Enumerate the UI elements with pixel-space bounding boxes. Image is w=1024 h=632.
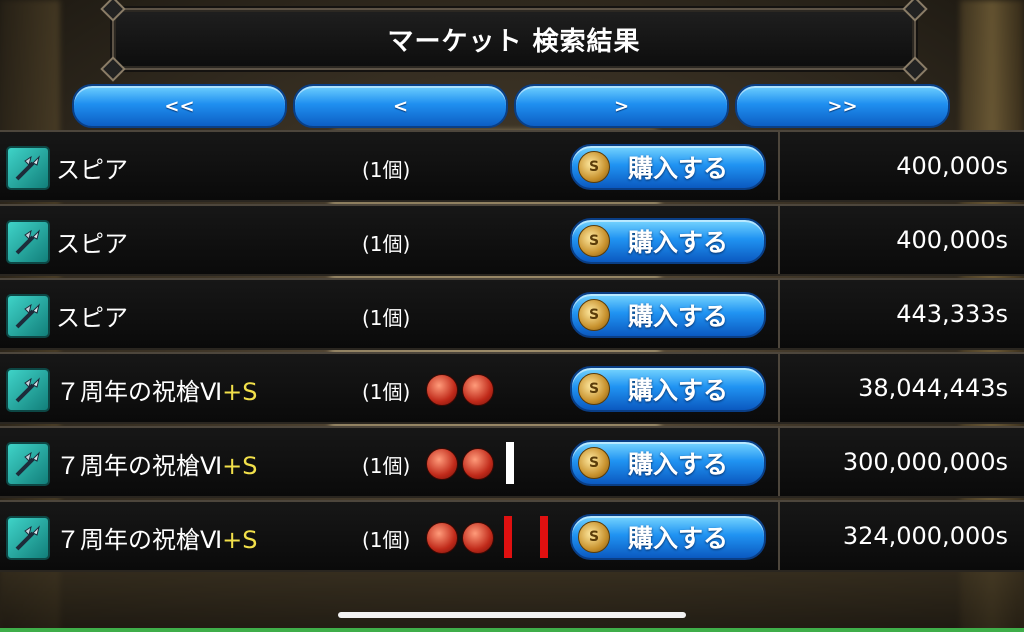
red-gem-icon [426, 448, 458, 480]
red-gem-icon [426, 374, 458, 406]
buy-button[interactable]: S 購入する [570, 144, 766, 190]
home-indicator[interactable] [338, 612, 686, 618]
page-title: マーケット 検索結果 [387, 26, 641, 57]
price: 38,044,443s [858, 374, 1008, 402]
item-name: スピア [56, 150, 128, 185]
pagination-bar: << < > >> [72, 84, 950, 128]
item-plus-grade: +S [222, 452, 258, 480]
prev-page-button[interactable]: < [293, 84, 508, 128]
listing-row: スピア (1個) S 購入する 400,000s [0, 204, 1024, 276]
corner-ornament [100, 56, 126, 82]
price: 443,333s [896, 300, 1008, 328]
listing-row: スピア (1個) S 購入する 443,333s [0, 278, 1024, 350]
spear-icon [6, 442, 50, 486]
red-mark [540, 516, 548, 558]
corner-ornament [902, 56, 928, 82]
spear-icon [6, 146, 50, 190]
item-plus-grade: +S [222, 526, 258, 554]
gem-slots [426, 522, 494, 554]
spear-icon [6, 516, 50, 560]
column-divider [778, 132, 780, 200]
buy-button[interactable]: S 購入する [570, 292, 766, 338]
column-divider [778, 354, 780, 422]
item-count: (1個) [362, 528, 411, 552]
next-page-button[interactable]: > [514, 84, 729, 128]
column-divider [778, 502, 780, 570]
price: 324,000,000s [842, 522, 1008, 550]
buy-button[interactable]: S 購入する [570, 218, 766, 264]
buy-button[interactable]: S 購入する [570, 440, 766, 486]
corner-ornament [902, 0, 928, 22]
buy-button-label: 購入する [628, 376, 729, 405]
spear-icon [6, 220, 50, 264]
item-name-text: ７周年の祝槍Ⅵ [56, 526, 223, 554]
item-name-text: ７周年の祝槍Ⅵ [56, 378, 223, 406]
buy-button-label: 購入する [628, 524, 729, 553]
price: 400,000s [896, 226, 1008, 254]
coin-icon: S [578, 225, 610, 257]
gem-slots [426, 374, 494, 406]
item-name: ７周年の祝槍Ⅵ+S [56, 446, 257, 481]
buy-button-label: 購入する [628, 228, 729, 257]
item-count: (1個) [362, 380, 411, 404]
buy-button[interactable]: S 購入する [570, 514, 766, 560]
listing-row: ７周年の祝槍Ⅵ+S (1個) S 購入する 324,000,000s [0, 500, 1024, 572]
item-name: ７周年の祝槍Ⅵ+S [56, 520, 257, 555]
item-name-text: スピア [56, 156, 128, 184]
item-name: スピア [56, 224, 128, 259]
item-name-text: スピア [56, 230, 128, 258]
item-name-text: ７周年の祝槍Ⅵ [56, 452, 223, 480]
item-plus-grade: +S [222, 378, 258, 406]
buy-button[interactable]: S 購入する [570, 366, 766, 412]
coin-icon: S [578, 521, 610, 553]
buy-button-label: 購入する [628, 154, 729, 183]
column-divider [778, 280, 780, 348]
red-gem-icon [426, 522, 458, 554]
column-divider [778, 428, 780, 496]
last-page-button[interactable]: >> [735, 84, 950, 128]
item-name: スピア [56, 298, 128, 333]
item-count: (1個) [362, 306, 411, 330]
item-count: (1個) [362, 454, 411, 478]
red-gem-icon [462, 374, 494, 406]
gem-slots [426, 448, 494, 480]
buy-button-label: 購入する [628, 450, 729, 479]
red-mark [504, 516, 512, 558]
red-gem-icon [462, 522, 494, 554]
price: 300,000,000s [842, 448, 1008, 476]
spear-icon [6, 294, 50, 338]
spear-icon [6, 368, 50, 412]
corner-ornament [100, 0, 126, 22]
bottom-edge [0, 628, 1024, 632]
buy-button-label: 購入する [628, 302, 729, 331]
market-result-list: スピア (1個) S 購入する 400,000s スピア (1個) S 購入する 400,000s… [0, 130, 1024, 574]
item-count: (1個) [362, 158, 411, 182]
coin-icon: S [578, 373, 610, 405]
title-bar: マーケット 検索結果 [100, 0, 928, 82]
coin-icon: S [578, 151, 610, 183]
first-page-button[interactable]: << [72, 84, 287, 128]
white-mark [506, 442, 514, 484]
price: 400,000s [896, 152, 1008, 180]
item-name: ７周年の祝槍Ⅵ+S [56, 372, 257, 407]
item-count: (1個) [362, 232, 411, 256]
red-gem-icon [462, 448, 494, 480]
listing-row: ７周年の祝槍Ⅵ+S (1個) S 購入する 38,044,443s [0, 352, 1024, 424]
coin-icon: S [578, 447, 610, 479]
listing-row: ７周年の祝槍Ⅵ+S (1個) S 購入する 300,000,000s [0, 426, 1024, 498]
item-name-text: スピア [56, 304, 128, 332]
column-divider [778, 206, 780, 274]
coin-icon: S [578, 299, 610, 331]
listing-row: スピア (1個) S 購入する 400,000s [0, 130, 1024, 202]
